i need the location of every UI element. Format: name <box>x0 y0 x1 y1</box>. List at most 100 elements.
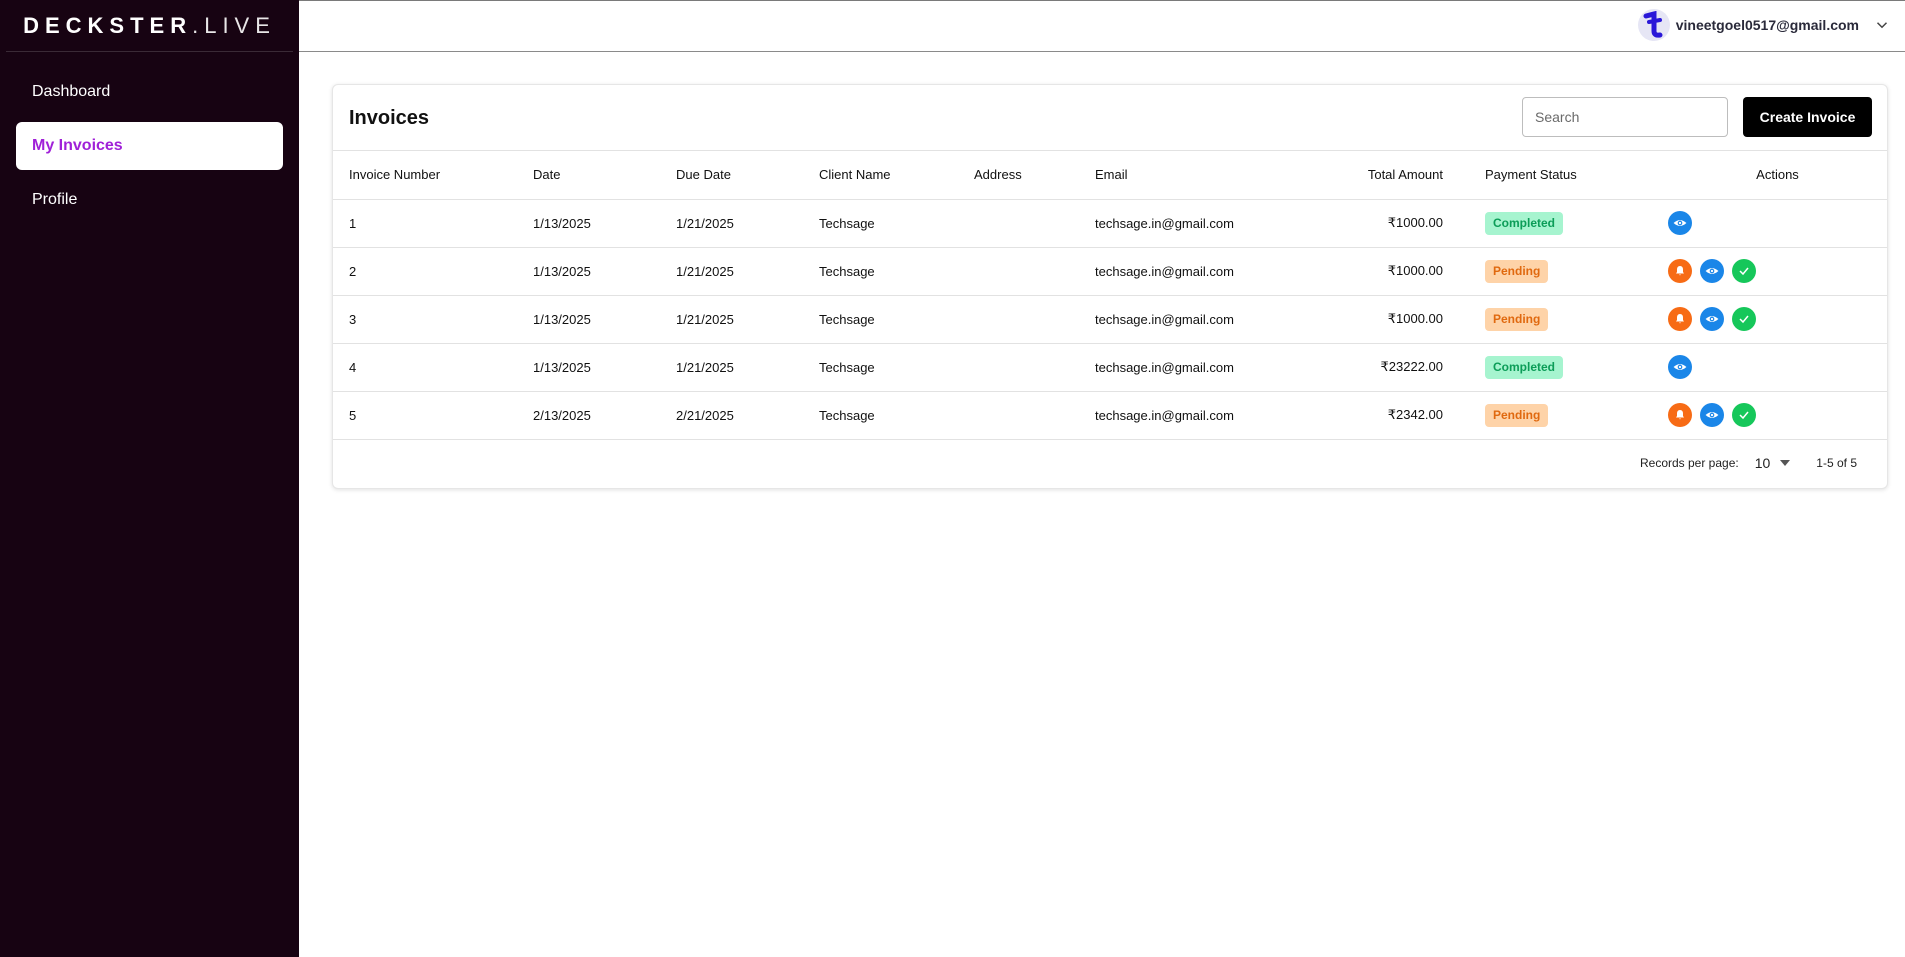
records-per-page-value: 10 <box>1754 455 1771 471</box>
col-invoice-number[interactable]: Invoice Number <box>333 151 517 200</box>
card-header: Invoices Create Invoice <box>333 85 1887 151</box>
top-bar: vineetgoel0517@gmail.com <box>299 0 1905 52</box>
sidebar-nav: Dashboard My Invoices Profile <box>0 52 299 224</box>
status-badge: Completed <box>1485 211 1564 235</box>
col-address[interactable]: Address <box>958 151 1079 200</box>
brand-logo[interactable]: DECKSTER.LIVE <box>6 0 293 52</box>
remind-bell-icon[interactable] <box>1668 403 1692 427</box>
cell-address <box>958 391 1079 440</box>
cell-due-date: 2/21/2025 <box>660 391 803 440</box>
cell-actions <box>1652 247 1887 296</box>
pagination: Records per page: 10 1-5 of 5 <box>1640 438 1857 488</box>
records-per-page-select[interactable]: 10 <box>1755 455 1791 471</box>
cell-invoice-number: 4 <box>333 343 517 392</box>
row-actions <box>1668 307 1887 331</box>
cell-date: 1/13/2025 <box>517 247 660 296</box>
cell-invoice-number: 1 <box>333 199 517 248</box>
col-total-amount[interactable]: Total Amount <box>1289 151 1469 200</box>
cell-actions <box>1652 199 1887 248</box>
cell-client-name: Techsage <box>803 247 958 296</box>
cell-client-name: Techsage <box>803 199 958 248</box>
cell-actions <box>1652 343 1887 392</box>
row-actions <box>1668 211 1887 235</box>
cell-client-name: Techsage <box>803 391 958 440</box>
search-input[interactable] <box>1522 97 1728 137</box>
cell-actions <box>1652 295 1887 344</box>
table-row[interactable]: 4 1/13/2025 1/21/2025 Techsage techsage.in@g… <box>333 343 1887 392</box>
sidebar-item-dashboard[interactable]: Dashboard <box>16 68 283 116</box>
table-row[interactable]: 5 2/13/2025 2/21/2025 Techsage techsage.in@g… <box>333 391 1887 440</box>
view-icon[interactable] <box>1700 403 1724 427</box>
user-menu[interactable]: vineetgoel0517@gmail.com <box>1637 9 1891 41</box>
col-payment-status[interactable]: Payment Status <box>1469 151 1652 200</box>
mark-paid-check-icon[interactable] <box>1732 403 1756 427</box>
cell-email: techsage.in@gmail.com <box>1079 199 1289 248</box>
cell-payment-status: Pending <box>1469 391 1652 440</box>
table-row[interactable]: 2 1/13/2025 1/21/2025 Techsage techsage.in@g… <box>333 247 1887 296</box>
mark-paid-check-icon[interactable] <box>1732 307 1756 331</box>
chevron-down-icon[interactable] <box>1873 16 1891 34</box>
cell-address <box>958 343 1079 392</box>
cell-payment-status: Pending <box>1469 295 1652 344</box>
view-icon[interactable] <box>1700 307 1724 331</box>
cell-email: techsage.in@gmail.com <box>1079 391 1289 440</box>
invoices-table: Invoice Number Date Due Date Client Name… <box>333 151 1887 440</box>
cell-invoice-number: 2 <box>333 247 517 296</box>
cell-due-date: 1/21/2025 <box>660 295 803 344</box>
remind-bell-icon[interactable] <box>1668 307 1692 331</box>
status-badge: Pending <box>1485 307 1549 331</box>
caret-down-icon <box>1780 460 1791 466</box>
invoices-card: Invoices Create Invoice Invoice Number D… <box>332 84 1888 489</box>
cell-payment-status: Completed <box>1469 343 1652 392</box>
status-badge: Completed <box>1485 355 1564 379</box>
create-invoice-button[interactable]: Create Invoice <box>1743 97 1872 137</box>
cell-address <box>958 199 1079 248</box>
cell-payment-status: Completed <box>1469 199 1652 248</box>
col-due-date[interactable]: Due Date <box>660 151 803 200</box>
row-actions <box>1668 403 1887 427</box>
cell-actions <box>1652 391 1887 440</box>
page-title: Invoices <box>349 107 430 129</box>
view-icon[interactable] <box>1668 355 1692 379</box>
cell-address <box>958 247 1079 296</box>
cell-client-name: Techsage <box>803 343 958 392</box>
sidebar-item-my-invoices[interactable]: My Invoices <box>16 122 283 170</box>
cell-email: techsage.in@gmail.com <box>1079 343 1289 392</box>
col-client-name[interactable]: Client Name <box>803 151 958 200</box>
remind-bell-icon[interactable] <box>1668 259 1692 283</box>
row-actions <box>1668 355 1887 379</box>
sidebar-item-profile[interactable]: Profile <box>16 176 283 224</box>
cell-email: techsage.in@gmail.com <box>1079 247 1289 296</box>
mark-paid-check-icon[interactable] <box>1732 259 1756 283</box>
cell-due-date: 1/21/2025 <box>660 343 803 392</box>
cell-total-amount: ₹2342.00 <box>1289 391 1469 440</box>
table-header-row: Invoice Number Date Due Date Client Name… <box>333 151 1887 200</box>
status-badge: Pending <box>1485 403 1549 427</box>
records-per-page-label: Records per page: <box>1639 456 1739 470</box>
cell-payment-status: Pending <box>1469 247 1652 296</box>
col-actions: Actions <box>1652 151 1887 200</box>
cell-total-amount: ₹1000.00 <box>1289 295 1469 344</box>
table-row[interactable]: 3 1/13/2025 1/21/2025 Techsage techsage.in@g… <box>333 295 1887 344</box>
brand-text: DECKSTER.LIVE <box>23 12 276 38</box>
cell-invoice-number: 5 <box>333 391 517 440</box>
pagination-range: 1-5 of 5 <box>1816 456 1857 470</box>
cell-date: 1/13/2025 <box>517 295 660 344</box>
cell-due-date: 1/21/2025 <box>660 199 803 248</box>
cell-total-amount: ₹23222.00 <box>1289 343 1469 392</box>
cell-invoice-number: 3 <box>333 295 517 344</box>
col-email[interactable]: Email <box>1079 151 1289 200</box>
cell-date: 1/13/2025 <box>517 343 660 392</box>
col-date[interactable]: Date <box>517 151 660 200</box>
cell-address <box>958 295 1079 344</box>
cell-date: 2/13/2025 <box>517 391 660 440</box>
avatar <box>1637 9 1670 41</box>
table-row[interactable]: 1 1/13/2025 1/21/2025 Techsage techsage.in@g… <box>333 199 1887 248</box>
cell-total-amount: ₹1000.00 <box>1289 199 1469 248</box>
view-icon[interactable] <box>1668 211 1692 235</box>
cell-total-amount: ₹1000.00 <box>1289 247 1469 296</box>
row-actions <box>1668 259 1887 283</box>
cell-due-date: 1/21/2025 <box>660 247 803 296</box>
view-icon[interactable] <box>1700 259 1724 283</box>
cell-client-name: Techsage <box>803 295 958 344</box>
